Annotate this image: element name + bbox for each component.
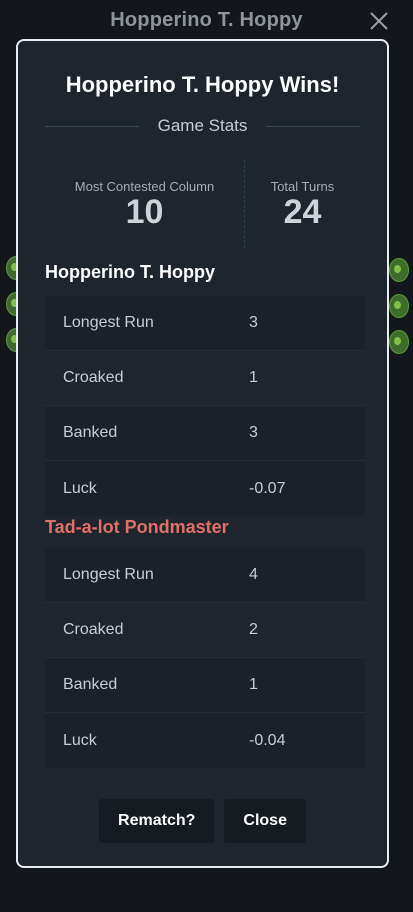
stat-value: 3 [249, 424, 258, 441]
rematch-button[interactable]: Rematch? [99, 799, 215, 843]
stat-value: 3 [249, 314, 258, 331]
table-row: Longest Run 3 [45, 296, 365, 351]
table-row: Banked 1 [45, 658, 365, 713]
stat-value: -0.07 [249, 479, 286, 497]
total-turns-stat: Total Turns 24 [245, 160, 360, 248]
stat-label: Longest Run [63, 314, 154, 331]
summary-stats: Most Contested Column 10 Total Turns 24 [45, 160, 360, 248]
table-row: Croaked 1 [45, 351, 365, 406]
stat-value: 1 [249, 369, 258, 386]
player-1-stats-table: Longest Run 3 Croaked 1 Banked 3 Luck -0… [45, 296, 365, 516]
background-title: Hopperino T. Hoppy [110, 9, 303, 31]
close-button[interactable]: Close [224, 799, 306, 843]
stat-value: 4 [249, 566, 258, 583]
table-row: Banked 3 [45, 406, 365, 461]
divider-line [266, 125, 361, 127]
stat-label: Luck [63, 479, 97, 497]
table-row: Luck -0.04 [45, 713, 365, 768]
section-divider: Game Stats [45, 114, 361, 138]
table-row: Longest Run 4 [45, 548, 365, 603]
total-turns-value: 24 [283, 193, 322, 231]
player-2-stats-table: Longest Run 4 Croaked 2 Banked 1 Luck -0… [45, 548, 365, 768]
frog-token-icon [389, 330, 409, 354]
page: Hopperino T. Hoppy Hopperino T. Hoppy Wi… [0, 0, 413, 912]
most-contested-value: 10 [125, 193, 164, 231]
stat-value: 2 [249, 621, 258, 638]
stat-label: Banked [63, 676, 118, 693]
table-row: Luck -0.07 [45, 461, 365, 516]
player-1-name: Hopperino T. Hoppy [45, 262, 215, 282]
table-row: Croaked 2 [45, 603, 365, 658]
stat-label: Croaked [63, 369, 124, 386]
stat-value: -0.04 [249, 731, 286, 749]
game-over-modal: Hopperino T. Hoppy Wins! Game Stats Most… [16, 39, 389, 868]
stat-label: Croaked [63, 621, 124, 638]
player-2-name: Tad-a-lot Pondmaster [45, 517, 229, 537]
modal-title: Hopperino T. Hoppy Wins! [65, 72, 340, 97]
stat-label: Longest Run [63, 566, 154, 583]
stat-value: 1 [249, 676, 258, 693]
frog-token-icon [389, 294, 409, 318]
section-label: Game Stats [157, 116, 248, 135]
frog-token-icon [389, 258, 409, 282]
close-icon[interactable] [368, 10, 390, 32]
most-contested-stat: Most Contested Column 10 [45, 160, 245, 248]
divider-line [45, 125, 139, 127]
modal-actions: Rematch? Close [18, 799, 387, 843]
stat-label: Banked [63, 424, 118, 441]
stat-label: Luck [63, 731, 97, 749]
